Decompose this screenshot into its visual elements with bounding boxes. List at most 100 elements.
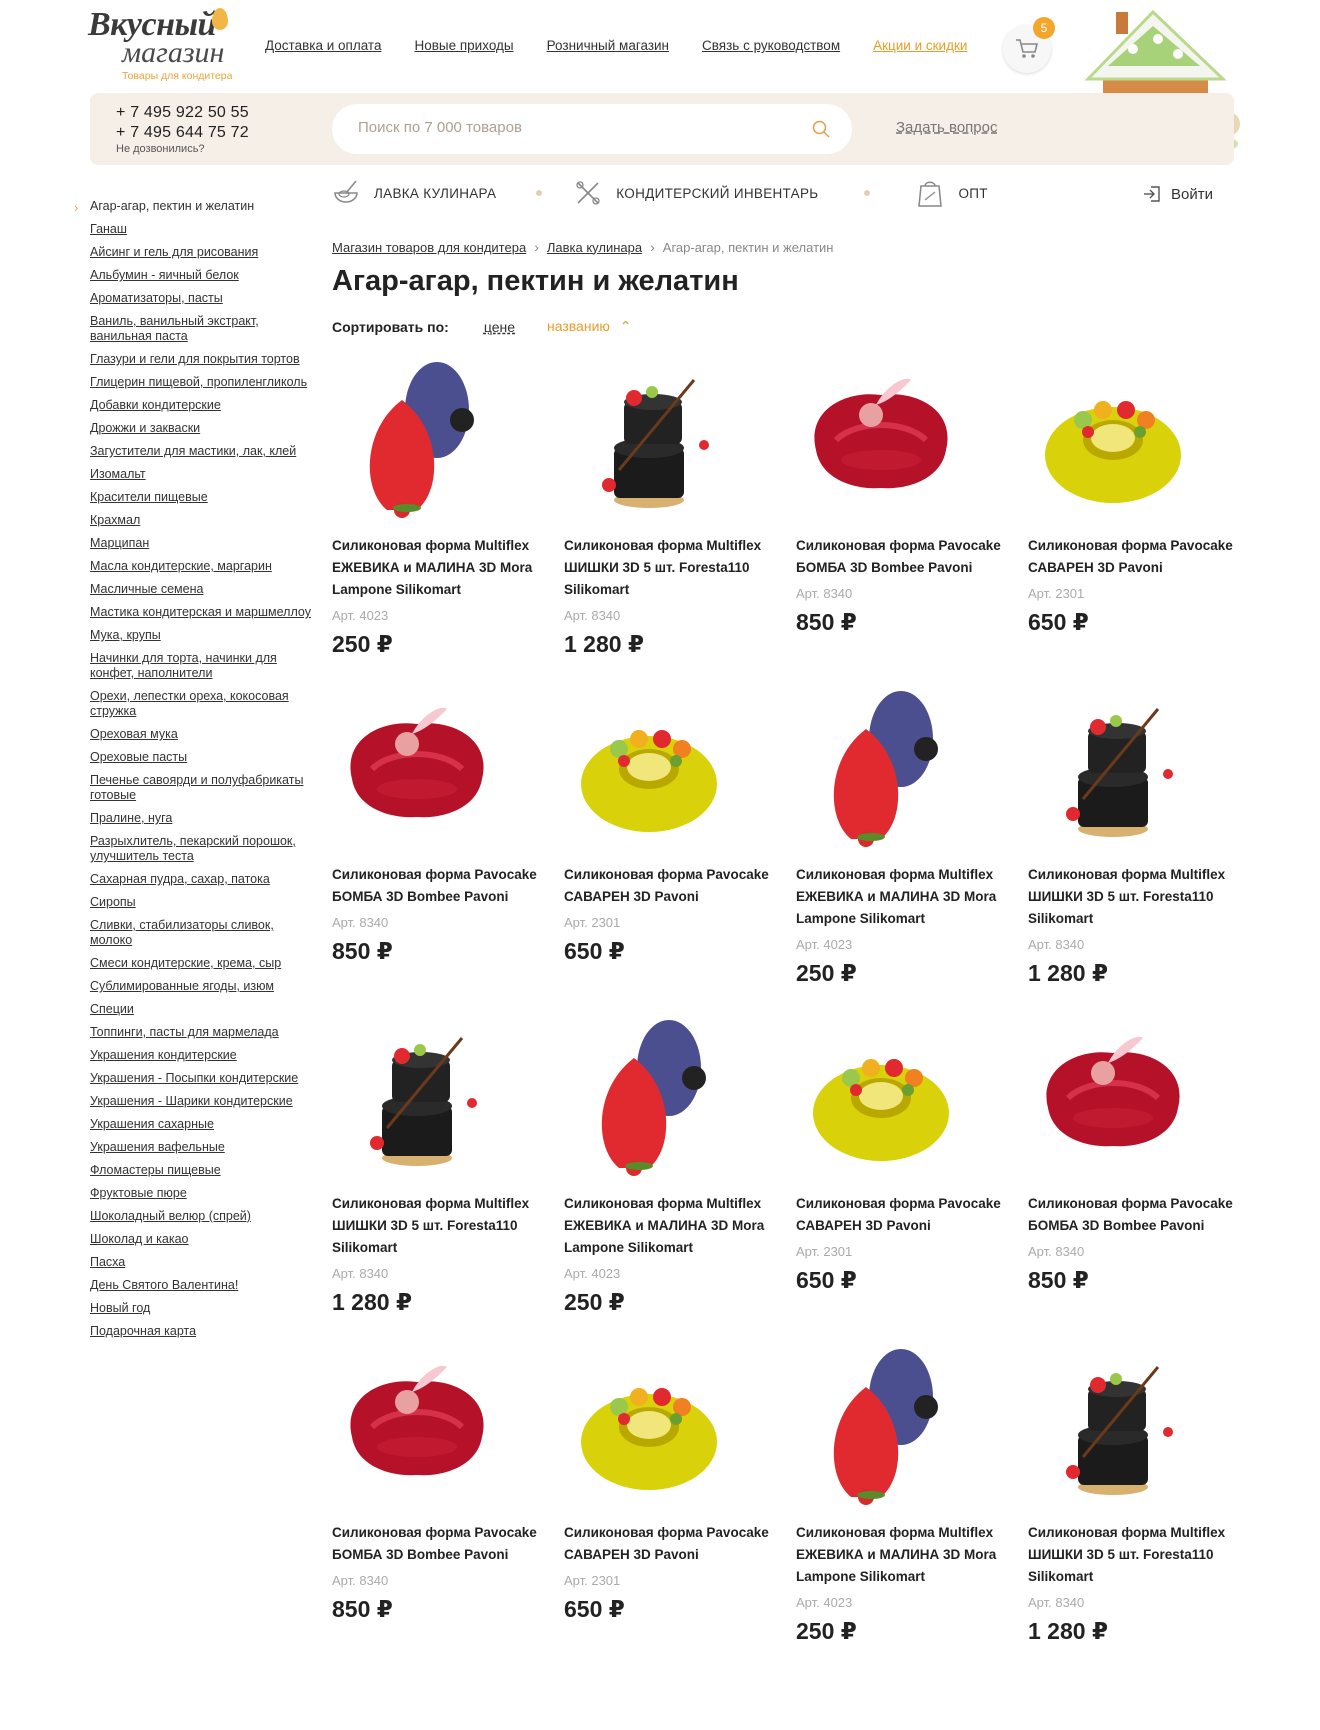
search-input[interactable]	[358, 119, 778, 136]
sidebar-item[interactable]: Печенье савоярди и полуфабрикаты готовые	[90, 773, 315, 803]
category-culinary[interactable]: ЛАВКА КУЛИНАРА	[332, 179, 496, 207]
product-image[interactable]	[796, 689, 966, 849]
sidebar-item[interactable]: Масла кондитерские, маргарин	[90, 559, 315, 574]
product-image[interactable]	[1028, 1347, 1198, 1507]
product-name[interactable]: Силиконовая форма Multiflex ШИШКИ 3D 5 ш…	[564, 535, 779, 601]
sidebar-item[interactable]: Топпинги, пасты для мармелада	[90, 1025, 315, 1040]
product-card[interactable]: Силиконовая форма Multiflex ШИШКИ 3D 5 ш…	[1028, 1347, 1260, 1676]
product-name[interactable]: Силиконовая форма Pavocake САВАРЕН 3D Pa…	[564, 864, 779, 908]
sidebar-item[interactable]: Изомальт	[90, 467, 315, 482]
sidebar-item[interactable]: День Святого Валентина!	[90, 1278, 315, 1293]
sidebar-item[interactable]: Загустители для мастики, лак, клей	[90, 444, 315, 459]
product-card[interactable]: Силиконовая форма Pavocake БОМБА 3D Bomb…	[796, 360, 1028, 689]
sidebar-item[interactable]: Украшения - Посыпки кондитерские	[90, 1071, 315, 1086]
sidebar-item[interactable]: Ореховая мука	[90, 727, 315, 742]
ask-question-link[interactable]: Задать вопрос	[896, 119, 997, 136]
phone-2[interactable]: + 7 495 644 75 72	[116, 123, 249, 143]
product-image[interactable]	[1028, 360, 1198, 520]
sidebar-item[interactable]: Сливки, стабилизаторы сливок, молоко	[90, 918, 315, 948]
sidebar-item[interactable]: Украшения - Шарики кондитерские	[90, 1094, 315, 1109]
product-name[interactable]: Силиконовая форма Multiflex ЕЖЕВИКА и МА…	[796, 864, 1011, 930]
sidebar-item[interactable]: Масличные семена	[90, 582, 315, 597]
sidebar-item[interactable]: Шоколадный велюр (спрей)	[90, 1209, 315, 1224]
sidebar-item[interactable]: Айсинг и гель для рисования	[90, 245, 315, 260]
sidebar-item[interactable]: Специи	[90, 1002, 315, 1017]
sidebar-item[interactable]: Глицерин пищевой, пропиленгликоль	[90, 375, 315, 390]
sidebar-item[interactable]: Ганаш	[90, 222, 315, 237]
sidebar-item[interactable]: Добавки кондитерские	[90, 398, 315, 413]
sidebar-item[interactable]: Ореховые пасты	[90, 750, 315, 765]
sidebar-item[interactable]: Начинки для торта, начинки для конфет, н…	[90, 651, 315, 681]
sidebar-item[interactable]: Ароматизаторы, пасты	[90, 291, 315, 306]
product-name[interactable]: Силиконовая форма Pavocake БОМБА 3D Bomb…	[332, 1522, 547, 1566]
product-name[interactable]: Силиконовая форма Pavocake БОМБА 3D Bomb…	[332, 864, 547, 908]
product-card[interactable]: Силиконовая форма Pavocake САВАРЕН 3D Pa…	[1028, 360, 1260, 689]
product-image[interactable]	[332, 1018, 502, 1178]
product-name[interactable]: Силиконовая форма Multiflex ЕЖЕВИКА и МА…	[332, 535, 547, 601]
sort-by-price[interactable]: цене	[484, 319, 515, 335]
product-name[interactable]: Силиконовая форма Pavocake САВАРЕН 3D Pa…	[796, 1193, 1011, 1237]
product-image[interactable]	[332, 689, 502, 849]
product-card[interactable]: Силиконовая форма Multiflex ШИШКИ 3D 5 ш…	[564, 360, 796, 689]
sidebar-item[interactable]: Крахмал	[90, 513, 315, 528]
product-name[interactable]: Силиконовая форма Pavocake БОМБА 3D Bomb…	[796, 535, 1011, 579]
product-image[interactable]	[796, 360, 966, 520]
product-image[interactable]	[564, 360, 734, 520]
sidebar-item[interactable]: Ваниль, ванильный экстракт, ванильная па…	[90, 314, 315, 344]
sidebar-item[interactable]: Глазури и гели для покрытия тортов	[90, 352, 315, 367]
sidebar-item[interactable]: Новый год	[90, 1301, 315, 1316]
category-equipment[interactable]: КОНДИТЕРСКИЙ ИНВЕНТАРЬ	[574, 179, 818, 207]
product-image[interactable]	[1028, 689, 1198, 849]
product-card[interactable]: Силиконовая форма Multiflex ЕЖЕВИКА и МА…	[332, 360, 564, 689]
sidebar-item[interactable]: Пралине, нуга	[90, 811, 315, 826]
phone-1[interactable]: + 7 495 922 50 55	[116, 103, 249, 123]
search-icon[interactable]	[812, 120, 830, 138]
product-name[interactable]: Силиконовая форма Pavocake САВАРЕН 3D Pa…	[1028, 535, 1243, 579]
sidebar-item[interactable]: Фломастеры пищевые	[90, 1163, 315, 1178]
product-card[interactable]: Силиконовая форма Multiflex ЕЖЕВИКА и МА…	[796, 1347, 1028, 1676]
login-button[interactable]: Войти	[1143, 185, 1213, 203]
sidebar-item[interactable]: Украшения вафельные	[90, 1140, 315, 1155]
product-image[interactable]	[1028, 1018, 1198, 1178]
sidebar-item[interactable]: Орехи, лепестки ореха, кокосовая стружка	[90, 689, 315, 719]
sidebar-item[interactable]: Дрожжи и закваски	[90, 421, 315, 436]
product-name[interactable]: Силиконовая форма Multiflex ШИШКИ 3D 5 ш…	[1028, 1522, 1243, 1588]
product-card[interactable]: Силиконовая форма Pavocake САВАРЕН 3D Pa…	[564, 1347, 796, 1676]
sidebar-item[interactable]: Марципан	[90, 536, 315, 551]
nav-delivery[interactable]: Доставка и оплата	[265, 38, 381, 53]
logo[interactable]: Вкусный магазин Товары для кондитера	[88, 8, 248, 84]
sidebar-item[interactable]: Пасха	[90, 1255, 315, 1270]
product-card[interactable]: Силиконовая форма Multiflex ЕЖЕВИКА и МА…	[796, 689, 1028, 1018]
product-name[interactable]: Силиконовая форма Multiflex ШИШКИ 3D 5 ш…	[332, 1193, 547, 1259]
sidebar-item[interactable]: Украшения сахарные	[90, 1117, 315, 1132]
sidebar-item[interactable]: Украшения кондитерские	[90, 1048, 315, 1063]
breadcrumb-culinary[interactable]: Лавка кулинара	[547, 240, 642, 255]
nav-new-arrivals[interactable]: Новые приходы	[414, 38, 513, 53]
sidebar-item[interactable]: Сахарная пудра, сахар, патока	[90, 872, 315, 887]
product-name[interactable]: Силиконовая форма Multiflex ЕЖЕВИКА и МА…	[564, 1193, 779, 1259]
sidebar-item[interactable]: Мука, крупы	[90, 628, 315, 643]
sidebar-item[interactable]: Альбумин - яичный белок	[90, 268, 315, 283]
product-image[interactable]	[796, 1018, 966, 1178]
product-name[interactable]: Силиконовая форма Pavocake САВАРЕН 3D Pa…	[564, 1522, 779, 1566]
product-card[interactable]: Силиконовая форма Pavocake БОМБА 3D Bomb…	[332, 689, 564, 1018]
phone-note[interactable]: Не дозвонились?	[116, 143, 249, 155]
nav-contact-management[interactable]: Связь с руководством	[702, 38, 840, 53]
product-image[interactable]	[332, 360, 502, 520]
sidebar-item[interactable]: Смеси кондитерские, крема, сыр	[90, 956, 315, 971]
nav-promotions[interactable]: Акции и скидки	[873, 38, 967, 53]
product-name[interactable]: Силиконовая форма Pavocake БОМБА 3D Bomb…	[1028, 1193, 1243, 1237]
product-image[interactable]	[332, 1347, 502, 1507]
sidebar-item[interactable]: Сиропы	[90, 895, 315, 910]
sidebar-item[interactable]: Шоколад и какао	[90, 1232, 315, 1247]
nav-retail-store[interactable]: Розничный магазин	[547, 38, 669, 53]
product-card[interactable]: Силиконовая форма Pavocake БОМБА 3D Bomb…	[332, 1347, 564, 1676]
category-wholesale[interactable]: ОПТ	[916, 178, 987, 208]
sort-by-name[interactable]: названию ⌃	[547, 318, 632, 335]
product-card[interactable]: Силиконовая форма Multiflex ЕЖЕВИКА и МА…	[564, 1018, 796, 1347]
product-image[interactable]	[564, 1018, 734, 1178]
sidebar-item[interactable]: Подарочная карта	[90, 1324, 315, 1339]
product-image[interactable]	[564, 1347, 734, 1507]
product-name[interactable]: Силиконовая форма Multiflex ШИШКИ 3D 5 ш…	[1028, 864, 1243, 930]
breadcrumb-home[interactable]: Магазин товаров для кондитера	[332, 240, 526, 255]
